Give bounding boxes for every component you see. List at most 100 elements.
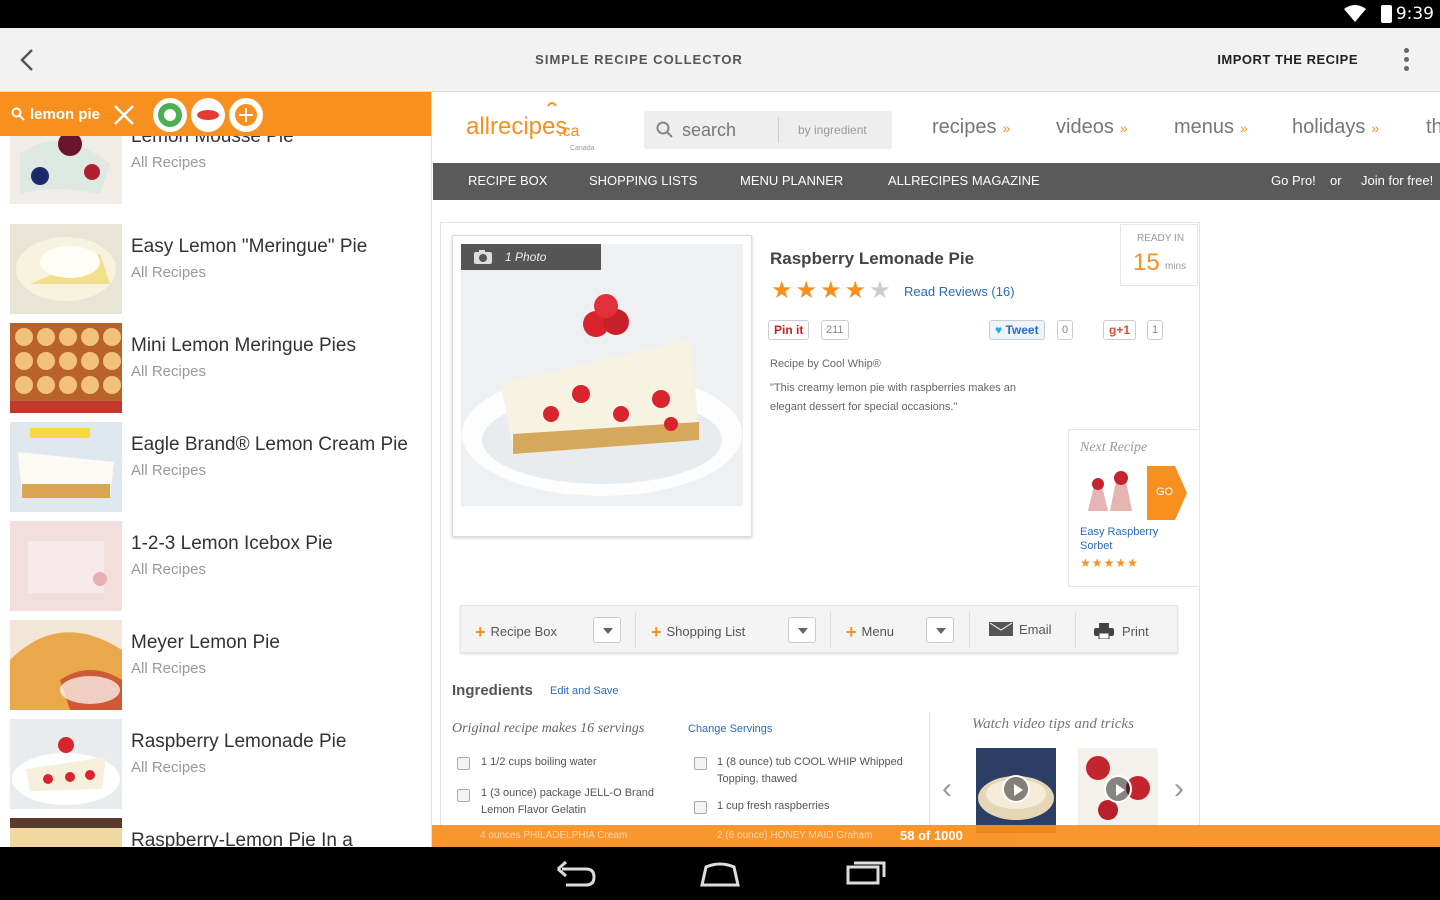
email-button[interactable]: Email	[989, 620, 1052, 637]
star-empty-icon: ★	[869, 277, 894, 304]
overflow-menu-icon[interactable]	[1400, 46, 1412, 76]
twitter-icon: ♥	[995, 323, 1006, 337]
source-allrecipes-icon[interactable]	[153, 98, 187, 132]
recipe-photo[interactable]: 1 Photo	[452, 235, 752, 537]
video-prev-arrow[interactable]: ‹	[942, 772, 952, 806]
join-link[interactable]: Join for free!	[1361, 173, 1433, 188]
pie-image	[461, 244, 743, 506]
next-recipe-go-button[interactable]: GO	[1147, 466, 1187, 520]
pin-it-button[interactable]: Pin it	[768, 320, 810, 340]
add-to-recipe-box-button[interactable]: + Recipe Box	[475, 620, 557, 642]
list-item[interactable]: Eagle Brand® Lemon Cream Pie All Recipes	[0, 422, 431, 521]
video-next-arrow[interactable]: ›	[1174, 772, 1184, 806]
ingredient-checkbox[interactable]	[694, 757, 707, 770]
menu-dropdown[interactable]	[926, 617, 954, 643]
recipe-name: 1-2-3 Lemon Icebox Pie	[131, 533, 333, 554]
ingredient-item: 1 cup fresh raspberries	[717, 800, 830, 812]
source-food-icon[interactable]	[229, 98, 263, 132]
photo-count-tag[interactable]: 1 Photo	[461, 244, 601, 270]
site-search-input[interactable]: search	[682, 120, 736, 141]
recents-nav-icon[interactable]	[844, 859, 888, 887]
add-to-shopping-list-button[interactable]: + Shopping List	[651, 620, 745, 642]
read-reviews-link[interactable]: Read Reviews (16)	[904, 284, 1015, 299]
battery-icon	[1381, 5, 1392, 23]
recipe-name: Easy Lemon "Meringue" Pie	[131, 236, 368, 257]
logo-text: allrecipes	[466, 113, 567, 140]
subnav-menu-planner[interactable]: MENU PLANNER	[740, 173, 843, 188]
or-text: or	[1330, 173, 1342, 188]
ingredient-checkbox[interactable]	[457, 757, 470, 770]
clear-icon[interactable]	[112, 103, 136, 127]
recipe-name: Raspberry Lemonade Pie	[131, 731, 347, 752]
play-icon	[1002, 775, 1030, 803]
recipe-source: All Recipes	[131, 759, 207, 776]
tweet-button[interactable]: ♥ Tweet	[989, 320, 1045, 340]
subnav-recipe-box[interactable]: RECIPE BOX	[468, 173, 547, 188]
nav-menus[interactable]: menus»	[1174, 116, 1248, 139]
results-list[interactable]: Lemon Mousse Pie All Recipes Easy Lemon …	[0, 136, 431, 847]
clock: 9:39	[1395, 4, 1434, 24]
nav-videos[interactable]: videos»	[1056, 116, 1128, 139]
search-bar: lemon pie	[0, 92, 431, 136]
status-bar: 9:39	[0, 0, 1440, 28]
wifi-icon	[1344, 5, 1366, 22]
change-servings-link[interactable]: Change Servings	[688, 723, 772, 735]
back-nav-icon[interactable]	[554, 859, 598, 887]
ingredients-heading: Ingredients	[452, 682, 533, 699]
allrecipes-logo[interactable]: allrecipes .ca Canada	[466, 100, 596, 161]
nav-more[interactable]: th	[1426, 116, 1440, 139]
ingredient-checkbox[interactable]	[457, 789, 470, 802]
recipe-source: All Recipes	[131, 154, 207, 171]
pin-count: 211	[821, 320, 849, 340]
list-item[interactable]: Raspberry Lemonade Pie All Recipes	[0, 719, 431, 818]
gplus-button[interactable]: g+1	[1103, 320, 1137, 340]
nav-holidays[interactable]: holidays»	[1292, 116, 1379, 139]
star-filled-icon: ★	[820, 277, 845, 304]
site-search[interactable]: search by ingredient	[644, 111, 892, 149]
ingredient-checkbox[interactable]	[694, 801, 707, 814]
logo-sub: Canada	[570, 145, 595, 152]
recipe-description: "This creamy lemon pie with raspberries …	[770, 382, 1016, 413]
next-recipe-name: Easy Raspberry Sorbet	[1080, 526, 1159, 552]
print-button[interactable]: Print	[1094, 620, 1149, 640]
ingredient-item: 1 1/2 cups boiling water	[481, 756, 597, 768]
app-title: SIMPLE RECIPE COLLECTOR	[535, 52, 743, 67]
recipe-name: Meyer Lemon Pie	[131, 632, 280, 653]
by-ingredient-link[interactable]: by ingredient	[798, 123, 867, 137]
video-thumbnail[interactable]	[976, 748, 1056, 833]
list-item[interactable]: Lemon Mousse Pie All Recipes	[0, 136, 431, 213]
recipe-thumbnail	[10, 521, 122, 611]
shopping-list-dropdown[interactable]	[788, 617, 816, 643]
results-panel: lemon pie Lemon Mousse Pie All Recipes E…	[0, 92, 432, 847]
nav-recipes[interactable]: recipes»	[932, 116, 1010, 139]
home-nav-icon[interactable]	[698, 859, 742, 887]
logo-suffix: .ca	[558, 123, 579, 140]
ready-value: 15	[1133, 249, 1160, 276]
next-recipe-thumbnail[interactable]	[1080, 466, 1140, 516]
search-query[interactable]: lemon pie	[30, 106, 100, 123]
list-item[interactable]: Raspberry-Lemon Pie In a	[0, 818, 431, 847]
recipe-source: All Recipes	[131, 561, 207, 578]
add-to-menu-button[interactable]: + Menu	[846, 620, 894, 642]
list-item[interactable]: Mini Lemon Meringue Pies All Recipes	[0, 323, 431, 422]
app-bar: SIMPLE RECIPE COLLECTOR IMPORT THE RECIP…	[0, 28, 1440, 92]
ready-label: READY IN	[1137, 233, 1185, 244]
go-pro-link[interactable]: Go Pro!	[1271, 173, 1316, 188]
list-item[interactable]: 1-2-3 Lemon Icebox Pie All Recipes	[0, 521, 431, 620]
subnav-magazine[interactable]: ALLRECIPES MAGAZINE	[888, 173, 1040, 188]
site-subnav: RECIPE BOX SHOPPING LISTS MENU PLANNER A…	[433, 163, 1440, 200]
list-item[interactable]: Meyer Lemon Pie All Recipes	[0, 620, 431, 719]
recipe-author: Recipe by Cool Whip®	[770, 358, 881, 370]
subnav-shopping-lists[interactable]: SHOPPING LISTS	[589, 173, 697, 188]
video-tips-heading: Watch video tips and tricks	[972, 716, 1134, 732]
star-filled-icon: ★	[844, 277, 870, 304]
result-pager: 4 ounces PHILADELPHIA Cream 2 (6 ounce) …	[432, 825, 1440, 847]
video-thumbnail[interactable]	[1078, 748, 1158, 833]
recipe-box-dropdown[interactable]	[593, 617, 621, 643]
source-recipe-site-icon[interactable]	[191, 98, 225, 132]
system-nav-bar	[0, 847, 1440, 900]
edit-and-save-link[interactable]: Edit and Save	[550, 685, 619, 697]
email-icon	[989, 622, 1013, 636]
list-item[interactable]: Easy Lemon "Meringue" Pie All Recipes	[0, 224, 431, 323]
import-recipe-button[interactable]: IMPORT THE RECIPE	[1217, 52, 1358, 67]
